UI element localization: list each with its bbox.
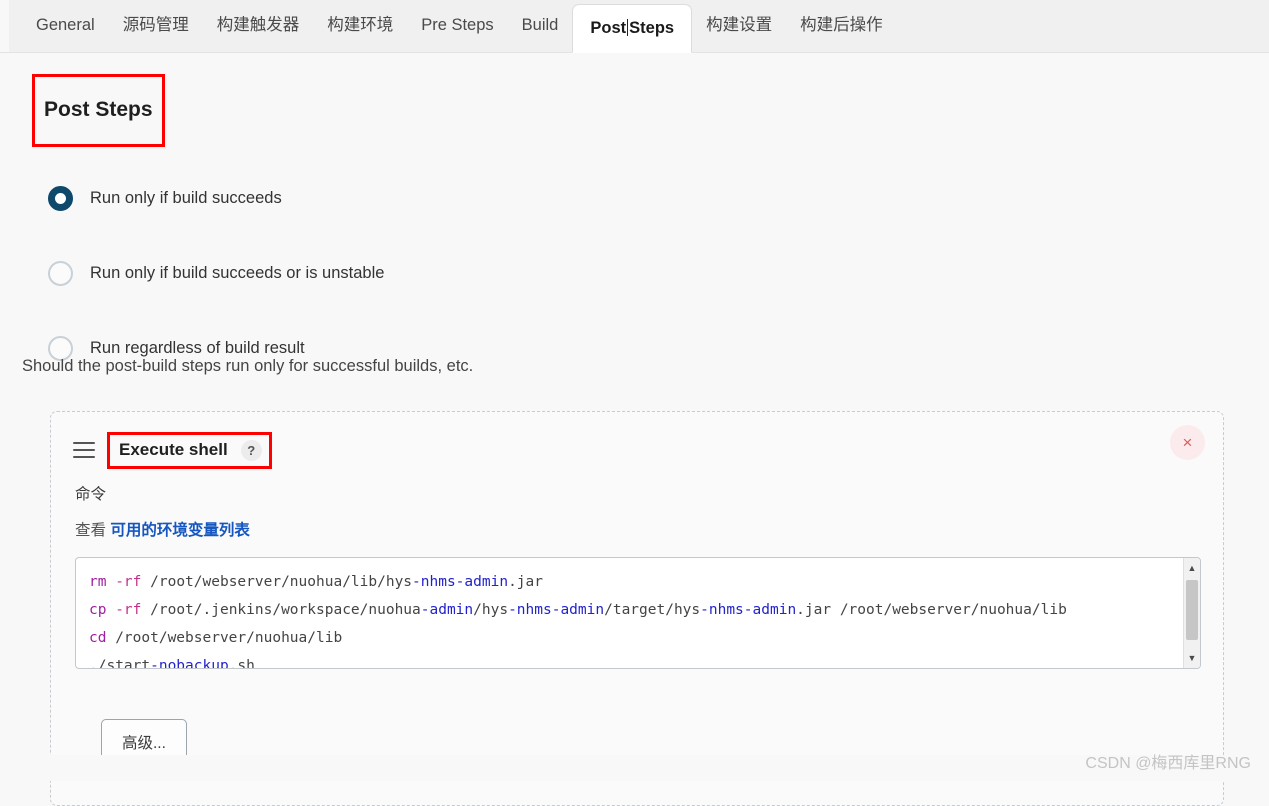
- radio-row-build-succeeds-or-unstable[interactable]: Run only if build succeeds or is unstabl…: [48, 250, 1247, 296]
- tab-post-steps-label-b: Steps: [629, 19, 675, 37]
- post-steps-content: Post Steps Run only if build succeeds Ru…: [0, 53, 1269, 806]
- scroll-up-icon[interactable]: ▲: [1184, 560, 1200, 576]
- tab-post-steps[interactable]: Post Steps: [572, 4, 693, 53]
- remove-step-button[interactable]: ×: [1170, 425, 1205, 461]
- build-step-panel-execute-shell: Execute shell ? × 命令 查看 可用的环境变量列表 rm -rf…: [50, 411, 1224, 806]
- env-line-prefix: 查看: [75, 522, 107, 540]
- code-line: cd /root/webserver/nuohua/lib: [89, 630, 343, 647]
- tab-build-settings[interactable]: 构建设置: [692, 0, 786, 52]
- text-caret: [627, 19, 629, 36]
- bottom-overlay: [0, 755, 1269, 781]
- radio-build-succeeds-or-unstable[interactable]: [48, 260, 73, 286]
- env-variables-line: 查看 可用的环境变量列表: [75, 518, 1201, 540]
- tab-post-build-actions[interactable]: 构建后操作: [786, 0, 897, 52]
- build-step-title: Execute shell: [119, 440, 228, 460]
- build-step-title-container: Execute shell ?: [107, 431, 272, 469]
- tab-source-control[interactable]: 源码管理: [109, 0, 203, 52]
- radio-label-build-succeeds[interactable]: Run only if build succeeds: [90, 189, 282, 208]
- watermark-text: CSDN @梅西库里RNG: [1085, 755, 1251, 772]
- page-title: Post Steps: [44, 98, 153, 122]
- scrollbar-thumb[interactable]: [1186, 580, 1198, 641]
- code-line: cp -rf /root/.jenkins/workspace/nuohua-a…: [89, 602, 1067, 619]
- scroll-down-icon[interactable]: ▼: [1184, 650, 1200, 666]
- help-icon[interactable]: ?: [240, 439, 262, 461]
- tab-build[interactable]: Build: [508, 0, 573, 52]
- radio-row-build-succeeds[interactable]: Run only if build succeeds: [48, 175, 1247, 221]
- env-variables-link[interactable]: 可用的环境变量列表: [110, 522, 250, 539]
- radio-build-succeeds[interactable]: [48, 185, 73, 211]
- page-title-container: Post Steps: [32, 74, 165, 148]
- tab-build-environment[interactable]: 构建环境: [313, 0, 407, 52]
- build-step-header: Execute shell ?: [73, 430, 1201, 470]
- command-textarea-wrapper[interactable]: rm -rf /root/webserver/nuohua/lib/hys-nh…: [75, 557, 1201, 670]
- code-line: rm -rf /root/webserver/nuohua/lib/hys-nh…: [89, 574, 543, 591]
- run-condition-help-text: Should the post-build steps run only for…: [22, 357, 474, 376]
- run-condition-radio-group: Run only if build succeeds Run only if b…: [48, 175, 1247, 371]
- radio-label-build-succeeds-or-unstable[interactable]: Run only if build succeeds or is unstabl…: [90, 264, 384, 283]
- command-field-label: 命令: [75, 486, 107, 504]
- tab-general[interactable]: General: [22, 0, 109, 52]
- tab-build-triggers[interactable]: 构建触发器: [203, 0, 314, 52]
- radio-label-regardless[interactable]: Run regardless of build result: [90, 339, 305, 358]
- command-textarea-scrollbar[interactable]: ▲ ▼: [1183, 558, 1200, 669]
- tab-post-steps-label-a: Post: [590, 19, 627, 37]
- drag-handle-icon[interactable]: [73, 442, 95, 459]
- tab-pre-steps[interactable]: Pre Steps: [407, 0, 507, 52]
- command-textarea[interactable]: rm -rf /root/webserver/nuohua/lib/hys-nh…: [76, 558, 1183, 668]
- config-tab-bar: General 源码管理 构建触发器 构建环境 Pre Steps Build …: [0, 0, 1269, 53]
- code-line: ./start-nobackup.sh: [89, 658, 255, 669]
